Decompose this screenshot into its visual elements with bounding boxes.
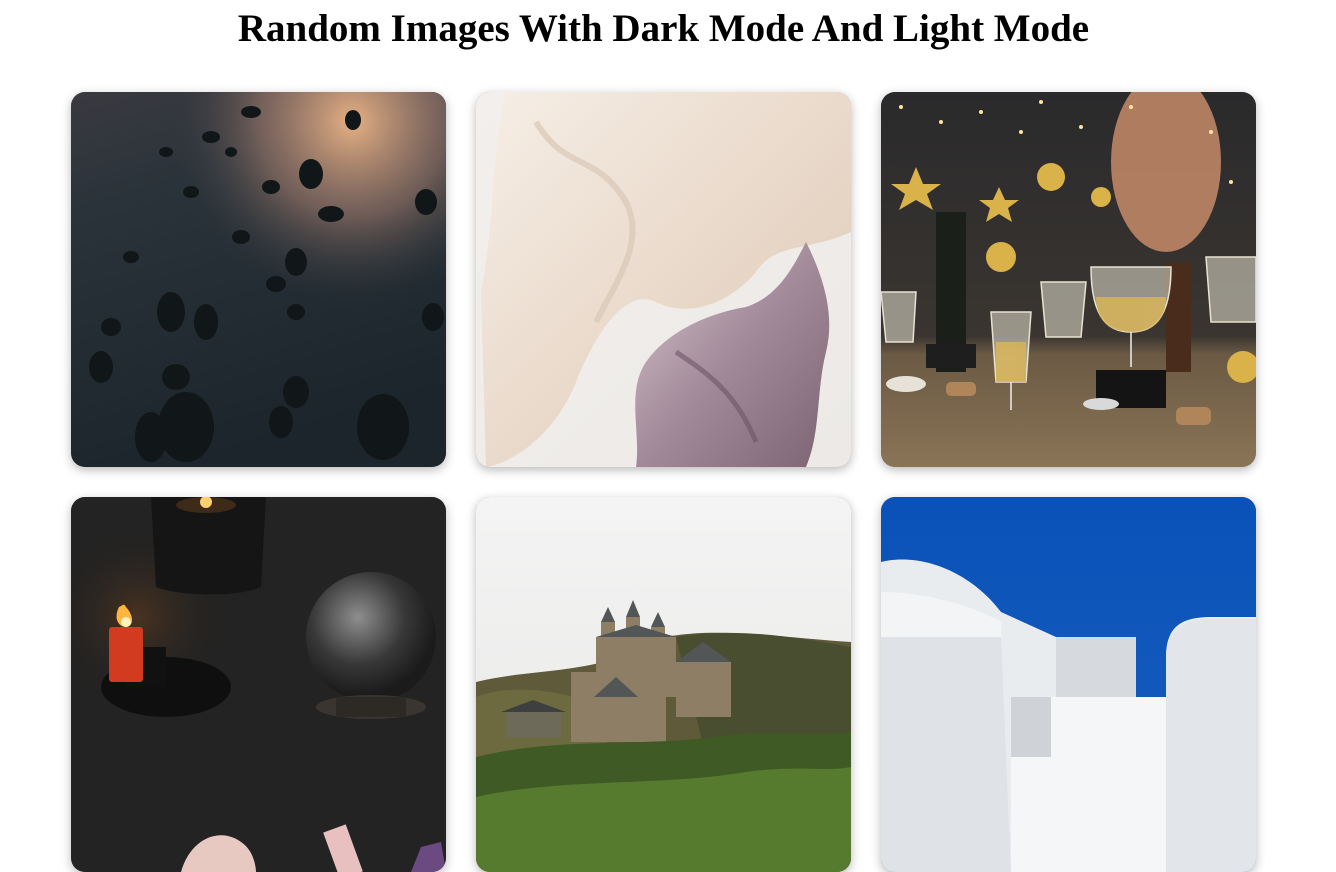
gallery-image-candles[interactable] (71, 497, 446, 872)
champagne-image (881, 92, 1256, 467)
image-gallery (0, 0, 1336, 872)
candles-image (71, 497, 446, 872)
gallery-image-fabric[interactable] (476, 92, 851, 467)
beach-image (71, 92, 446, 467)
castle-image (476, 497, 851, 872)
gallery-image-architecture[interactable] (881, 497, 1256, 872)
gallery-image-castle[interactable] (476, 497, 851, 872)
architecture-image (881, 497, 1256, 872)
gallery-image-beach[interactable] (71, 92, 446, 467)
gallery-image-champagne[interactable] (881, 92, 1256, 467)
fabric-image (476, 92, 851, 467)
